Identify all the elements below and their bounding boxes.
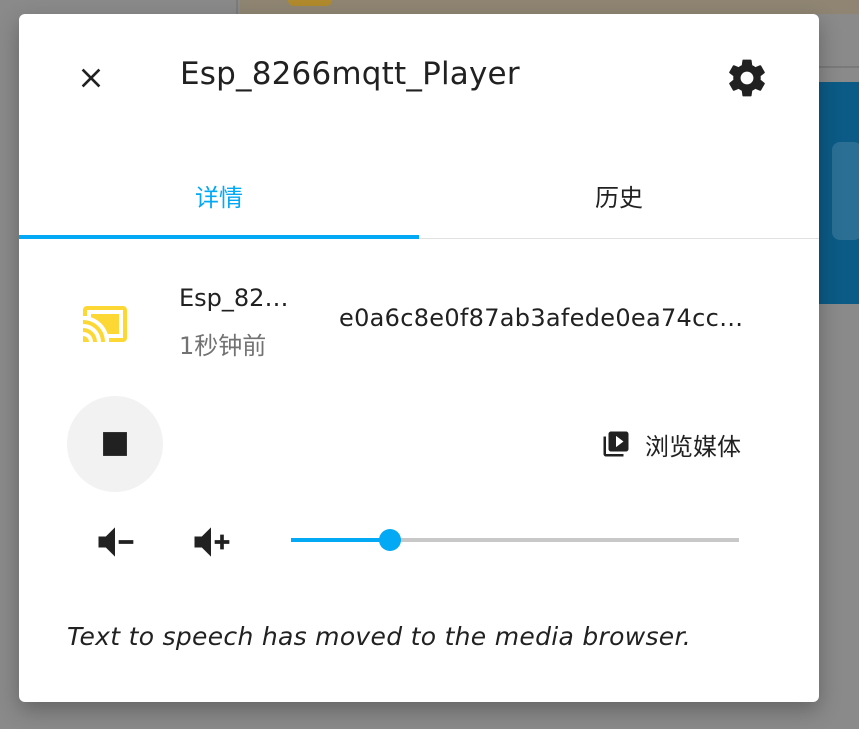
gear-icon (729, 59, 765, 97)
volume-slider-thumb[interactable] (379, 529, 401, 551)
last-changed: 1秒钟前 (179, 332, 267, 360)
tts-moved-notice: Text to speech has moved to the media br… (67, 622, 691, 651)
background-card-edge (819, 66, 859, 68)
volume-plus-icon (194, 527, 230, 557)
stop-button[interactable] (67, 396, 163, 492)
active-tab-indicator (19, 235, 419, 239)
volume-slider-fill (291, 538, 390, 542)
tab-details[interactable]: 详情 (19, 152, 419, 238)
volume-slider[interactable] (291, 524, 739, 556)
background-badge (288, 0, 332, 6)
dialog-title: Esp_8266mqtt_Player (180, 56, 520, 92)
browse-media-label: 浏览媒体 (645, 432, 741, 461)
background-panel-handle (832, 142, 859, 240)
tab-history-label: 历史 (595, 183, 643, 212)
more-info-dialog: Esp_8266mqtt_Player 详情 历史 Esp_8266mqtt_P… (19, 14, 819, 702)
cast-connected-icon (83, 306, 127, 342)
tab-details-label: 详情 (195, 183, 243, 212)
volume-minus-icon (98, 527, 134, 557)
tab-history[interactable]: 历史 (419, 152, 819, 238)
volume-down-button[interactable] (87, 518, 143, 566)
volume-up-button[interactable] (183, 518, 239, 566)
entity-state: e0a6c8e0f87ab3afede0ea74cc… (339, 304, 744, 332)
stop-icon (103, 432, 127, 456)
close-button[interactable] (67, 54, 115, 102)
close-icon (81, 68, 101, 88)
background-header-strip (240, 0, 859, 14)
browse-media-button[interactable]: 浏览媒体 (589, 418, 753, 470)
background-divider (236, 0, 238, 14)
play-box-multiple-icon (603, 431, 629, 457)
tab-bar: 详情 历史 (19, 152, 819, 239)
entity-name[interactable]: Esp_8266mqtt_Player (179, 284, 299, 312)
settings-button[interactable] (719, 54, 775, 102)
